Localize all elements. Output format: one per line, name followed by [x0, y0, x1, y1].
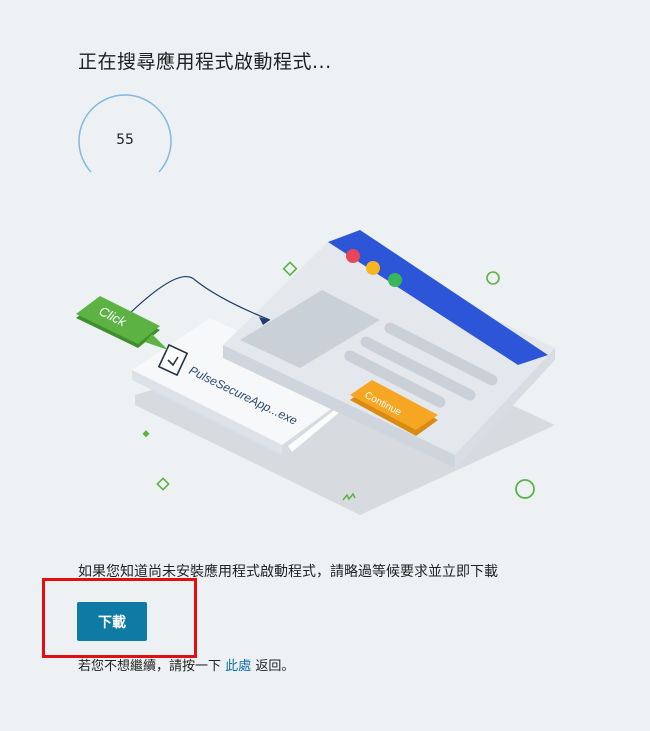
countdown-spinner: 55	[77, 94, 173, 190]
back-instruction: 若您不想繼續，請按一下 此處 返回。	[78, 655, 294, 674]
confetti-dot-icon	[142, 430, 150, 438]
confetti-diamond-icon	[282, 261, 298, 277]
download-button[interactable]: 下載	[77, 602, 147, 641]
confetti-ring-icon	[515, 479, 535, 499]
confetti-ring-icon	[486, 271, 500, 285]
page-title: 正在搜尋應用程式啟動程式...	[78, 51, 332, 73]
arrow-path	[127, 276, 271, 321]
countdown-number: 55	[116, 132, 134, 148]
back-suffix-text: 返回。	[255, 659, 295, 674]
launcher-illustration: PulseSecureApp...exe Continue Click	[60, 230, 570, 524]
install-instruction-text: 如果您知道尚未安裝應用程式啟動程式，請略過等候要求並立即下載	[78, 564, 498, 580]
window-maximize-dot-icon	[388, 273, 402, 287]
click-tag-graphic: Click	[76, 296, 168, 350]
window-close-dot-icon	[346, 249, 360, 263]
back-here-link[interactable]: 此處	[225, 659, 251, 674]
window-minimize-dot-icon	[366, 261, 380, 275]
confetti-diamond-icon	[156, 477, 170, 491]
back-prefix-text: 若您不想繼續，請按一下	[78, 659, 222, 674]
